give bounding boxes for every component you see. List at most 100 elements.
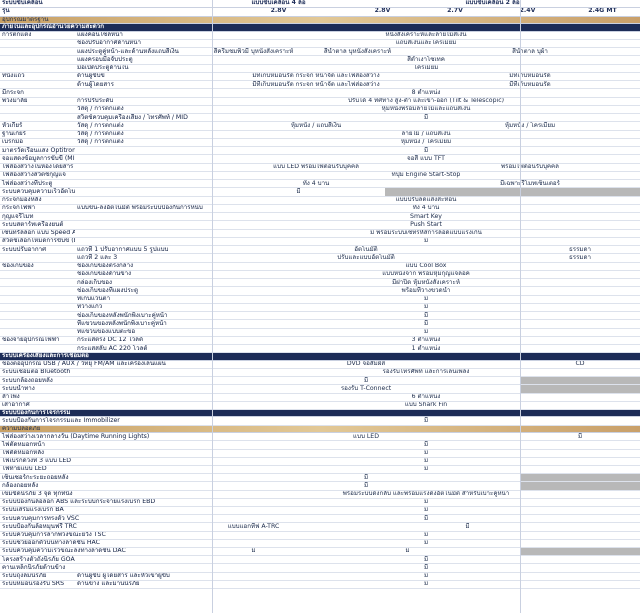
interior-row: แผงครอบมือจับประตู สีดำเงาโซเทค — [0, 56, 640, 65]
interior-sublabel: มือเปิดประตูด้านใน — [77, 64, 129, 72]
safety-row: คานเหล็กนิรภัยด้านข้าง มี — [0, 564, 640, 573]
safety-value: มี — [423, 441, 429, 448]
interior-label: ระบบปรับอากาศ — [2, 246, 47, 253]
interior-row: ไฟส่องสว่างในห้องโดยสาร แบบ LED พร้อมไฟต้… — [0, 164, 640, 172]
header-row-models: รุ่น 2.8V 2.8V 2.7V 2.4V 2.4G MT — [0, 7, 640, 17]
interior-value-4: ธรรมดา — [569, 246, 591, 253]
interior-label — [0, 254, 75, 261]
security-value: มี — [423, 417, 429, 424]
interior-value: 1 ตำแหน่ง — [411, 345, 441, 352]
interior-row: ระบบปรับอากาศ แถวที่ 1 ปรับอากาศแบบ 5 รูป… — [0, 246, 640, 255]
interior-label — [0, 48, 75, 55]
safety-row: ไฟท้ายแบบ LED มี — [0, 465, 640, 475]
safety-row: ไฟตัดหมอกหลัง มี — [0, 450, 640, 458]
interior-sublabel: กระแสตรง DC 12 โวลต์ — [77, 336, 143, 344]
interior-sublabel: วัสดุ / การตกแต่ง — [77, 105, 124, 113]
interior-value-3: สีน้ำตาล บุผ้า — [512, 48, 548, 55]
interior-label: ไฟส่องสว่างที่ประตู — [2, 180, 53, 187]
interior-sublabel: แผงคอนโซลหน้า — [77, 31, 123, 39]
header-row-drive: ระบบขับเคลื่อน แบบขับเคลื่อน 4 ล้อ แบบขับเ… — [0, 0, 640, 8]
interior-label — [0, 304, 75, 311]
interior-value-4: ธรรมดา — [569, 254, 591, 261]
interior-label — [0, 320, 75, 327]
interior-row: ไฟส่องสว่างสวิตช์กุญแจ ที่ปุ่ม Engine Sta… — [0, 172, 640, 180]
interior-row: กระจกมองหลัง แบบปรับลดแสงสะท้อน — [0, 197, 640, 205]
interior-row: ช่องเก็บของ ช่องเก็บของตรงกลาง แบบ Cool Bo… — [0, 263, 640, 271]
interior-row: มีกระจก 8 ตำแหน่ง — [0, 89, 640, 98]
safety-label: ระบบถุงลมนิรภัย — [2, 572, 47, 580]
audio-na — [520, 377, 640, 385]
section-title-section-safety: ความปลอดภัย — [2, 425, 41, 432]
safety-label: ระบบควบคุมความเร็วขณะลงทางลาดชัน DAC — [2, 547, 126, 555]
safety-row: ระบบถุงลมนิรภัย ด้านผู้ขับ ผู้โดยสาร และห… — [0, 573, 640, 581]
safety-value: มี — [423, 449, 429, 457]
interior-value-1: ทั้ง 4 บาน — [302, 180, 330, 187]
safety-value: มี — [363, 474, 369, 481]
safety-sublabel: ด้านข้าง และม่านนิรภัย — [77, 580, 140, 588]
interior-value: 8 ตำแหน่ง — [411, 89, 441, 96]
safety-row: ระบบควบคุมความเร็วขณะลงทางลาดชัน DAC มี มี — [0, 547, 640, 557]
interior-sublabel: แถวที่ 2 และ 3 — [77, 254, 118, 261]
interior-value-1: หุ้มหนัง / แถบสีเงิน — [290, 122, 342, 129]
safety-row: ระบบช่วยออกตัวบนทางลาดชัน HAC มี — [0, 540, 640, 548]
interior-sublabel: ช่องเก็บของตรงกลาง — [77, 262, 134, 270]
safety-row: ไฟส่องสว่างเวลากลางวัน (Daytime Running … — [0, 433, 640, 442]
interior-sublabel: ที่แขวนของหลังพนักพิงเบาะคู่หน้า — [77, 320, 167, 327]
section-safety: ความปลอดภัย — [0, 425, 640, 434]
safety-value-1: มี — [251, 547, 256, 555]
interior-value: มี — [423, 303, 429, 311]
interior-label: กระจกมองหลัง — [2, 196, 42, 204]
interior-value: ปรับได้ 4 ทิศทาง สูง-ต่ำ และเข้า-ออก (Ti… — [347, 97, 505, 105]
safety-value-1: แบบแอกทีฟ A-TRC — [227, 523, 280, 530]
interior-value: หนังสังเคราะห์และลายไม้สีเงิน — [385, 31, 467, 39]
interior-row: แถวที่ 2 และ 3 ปรับและแบบอัตโนมัติ ธรรมดา — [0, 254, 640, 263]
interior-row: กุญแจรีโมท Smart Key — [0, 213, 640, 222]
interior-sublabel: แบบขึ้น-ลงอัตโนมัติ พร้อมระบบป้องกันการห… — [77, 204, 203, 212]
model-0: 2.8V — [270, 7, 287, 15]
interior-value: มี — [423, 312, 429, 319]
interior-label: มาตรวัดเรือนแสง Optitron — [2, 147, 75, 154]
engine-label: ระบบขับเคลื่อน — [2, 0, 43, 7]
interior-label — [0, 312, 75, 319]
interior-label: หัวเกียร์ — [2, 122, 23, 129]
safety-value-2: มี — [465, 523, 470, 530]
safety-label: ระบบป้องกันล้อหมุนฟรี TRC — [2, 523, 77, 530]
interior-label — [0, 65, 75, 72]
interior-row: ช่องปรับอากาศด้านหน้า แถบสีเงินและโครเมีย… — [0, 40, 640, 48]
audio-row: ลำโพง 6 ตำแหน่ง — [0, 394, 640, 402]
audio-label: เสาอากาศ — [2, 401, 30, 409]
safety-row: ระบบควบคุมการลากพ่วงขณะยวัง TSC มี — [0, 532, 640, 540]
interior-label: จอแสดงข้อมูลการขับขี่ (MID) — [2, 155, 75, 162]
interior-row: พวงมาลัย การปรับระดับ ปรับได้ 4 ทิศทาง สูง… — [0, 98, 640, 106]
interior-row: มาตรวัดเรือนแสง Optitron มี — [0, 147, 640, 156]
interior-sublabel: การปรับระดับ — [77, 97, 114, 105]
interior-value: แบบปรับลดแสงสะท้อน — [395, 196, 457, 204]
interior-row: ช่องจ่ายอุปกรณ์ไฟฟ้า กระแสตรง DC 12 โวลต์… — [0, 337, 640, 345]
model-1: 2.8V — [374, 7, 391, 15]
interior-value: แบบ Cool Box — [405, 262, 447, 270]
interior-sublabel: ที่เก็บแว่นตา — [77, 295, 111, 303]
interior-label — [0, 271, 75, 278]
interior-value-1: อัตโนมัติ — [354, 246, 378, 253]
interior-label — [0, 287, 75, 294]
safety-value: มี — [423, 465, 429, 473]
interior-label: ระบบสตาร์ทเครื่องยนต์ — [2, 221, 64, 228]
interior-row: ที่เก็บแว่นตา มี — [0, 296, 640, 304]
interior-value: Push Start — [410, 221, 442, 228]
interior-row: ช่องเก็บของหลังพนักพิงเบาะคู่หน้า มี — [0, 312, 640, 321]
interior-value: ทั้ง 4 บาน — [412, 204, 440, 212]
safety-value-4: มี — [577, 433, 583, 440]
interior-row: การตกแต่ง แผงคอนโซลหน้า หนังสังเคราะห์และล… — [0, 32, 640, 40]
interior-row: มือเปิดประตูด้านใน โครเมียม — [0, 65, 640, 73]
interior-label — [0, 40, 75, 47]
interior-sublabel: วัสดุ / การตกแต่ง — [77, 138, 124, 146]
safety-na — [520, 547, 640, 556]
interior-sublabel: ช่องเก็บของด้านข้าง — [77, 270, 132, 278]
interior-label: ที่นั่งแถว — [2, 72, 25, 80]
interior-label: กุญแจรีโมท — [2, 213, 34, 220]
interior-sublabel: แถวที่ 1 ปรับอากาศแบบ 5 รูปแบบ — [77, 246, 169, 253]
interior-value-1: มีที่เก็บหมอนรัด กระจก หน้าจัด และไฟส่อง… — [252, 72, 380, 80]
section-title-section-security: ระบบป้องกันการโจรกรรม — [2, 409, 71, 417]
safety-label: กล้องถอยหลัง — [2, 482, 39, 489]
interior-label: ไฟส่องสว่างสวิตช์กุญแจ — [2, 171, 66, 179]
